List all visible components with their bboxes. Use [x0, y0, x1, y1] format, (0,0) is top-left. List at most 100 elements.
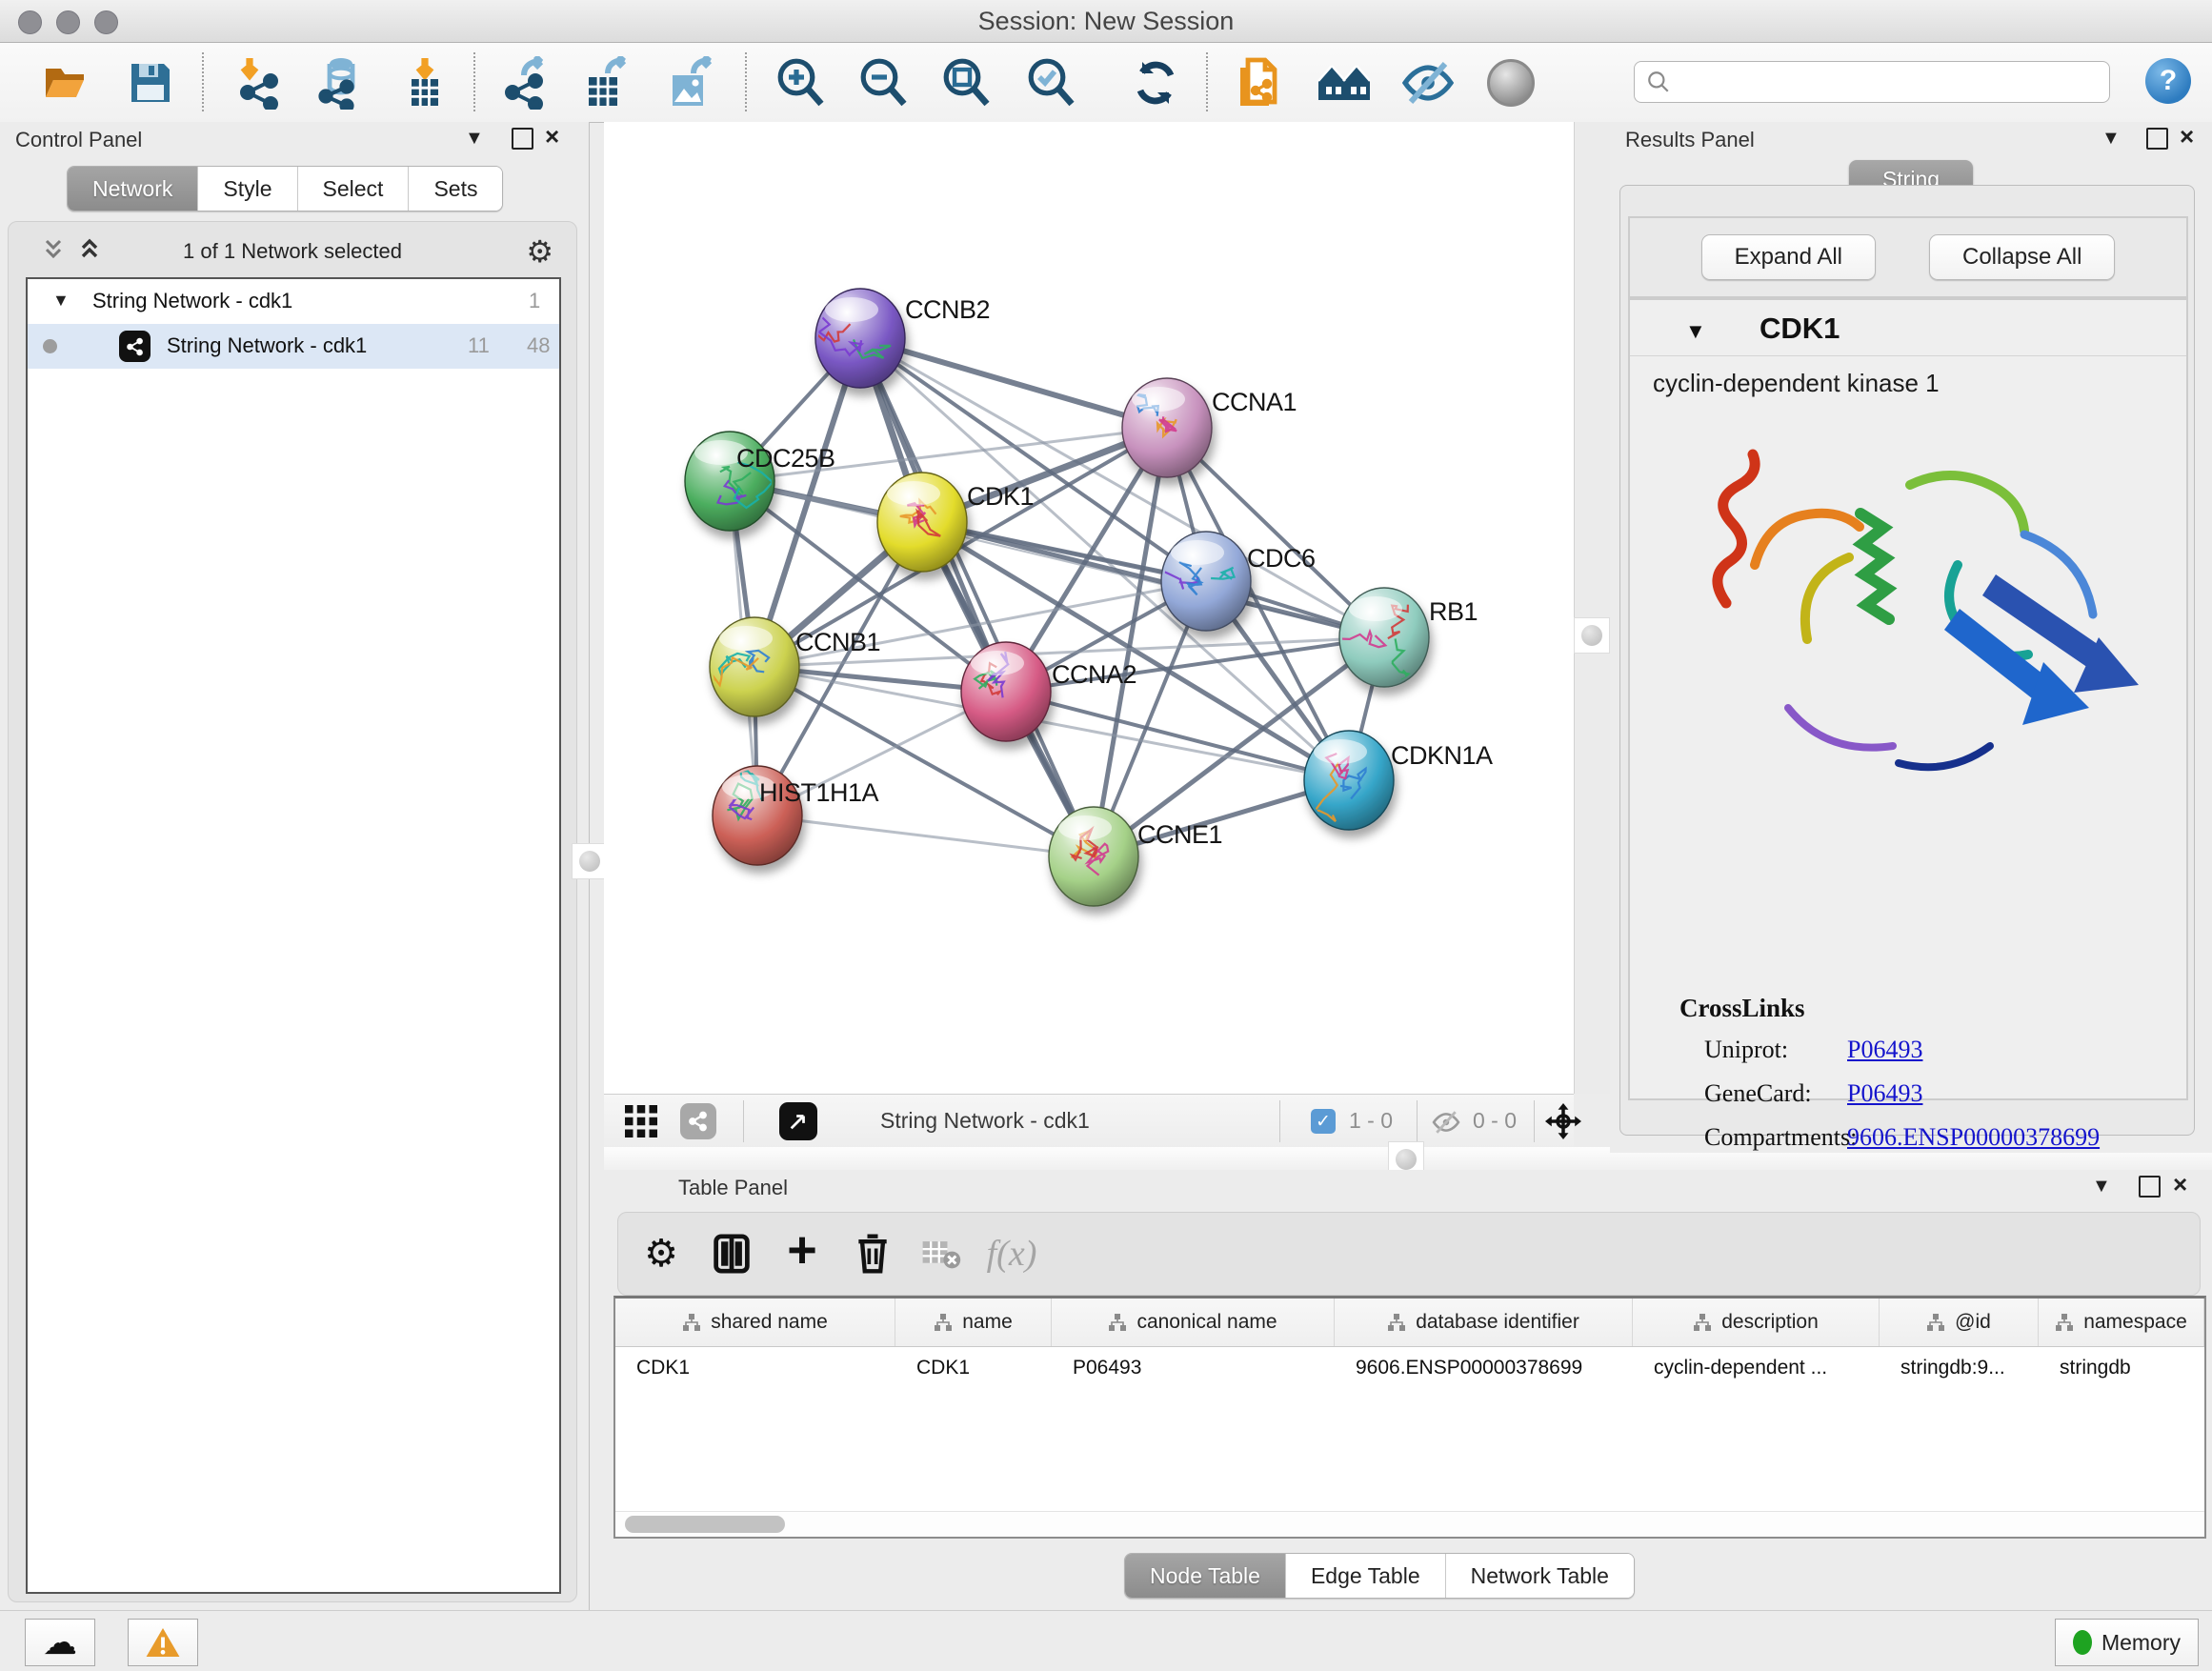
import-network-file-button[interactable]	[231, 56, 288, 110]
selected-checkbox-icon[interactable]: ✓	[1311, 1109, 1336, 1134]
crosslink-link[interactable]: P06493	[1847, 1079, 1922, 1108]
panel-float-icon[interactable]	[2146, 128, 2168, 155]
network-collection-row[interactable]: ▼ String Network - cdk1 1	[28, 279, 559, 324]
table-cell[interactable]: stringdb	[2039, 1347, 2204, 1389]
function-builder-button[interactable]: f(x)	[986, 1228, 1037, 1279]
node-label: RB1	[1429, 597, 1478, 626]
table-cell[interactable]: P06493	[1052, 1347, 1335, 1389]
hide-results-button[interactable]	[1399, 56, 1457, 110]
tab-edge-table[interactable]: Edge Table	[1285, 1554, 1445, 1598]
expand-all-button[interactable]: Expand All	[1701, 234, 1876, 280]
table-row[interactable]: CDK1CDK1P064939606.ENSP00000378699cyclin…	[615, 1347, 2204, 1389]
zoom-in-button[interactable]	[772, 56, 829, 110]
open-session-button[interactable]	[38, 56, 95, 110]
table-cell[interactable]: CDK1	[895, 1347, 1052, 1389]
refresh-layout-button[interactable]	[1127, 56, 1184, 110]
network-edge[interactable]	[860, 338, 1167, 428]
column-header[interactable]: database identifier	[1335, 1299, 1633, 1346]
memory-button[interactable]: Memory	[2055, 1619, 2199, 1666]
network-node-CDK1[interactable]: CDK1	[877, 473, 1034, 572]
network-node-CCNA2[interactable]: CCNA2	[961, 642, 1136, 741]
panel-menu-icon[interactable]: ▼	[2092, 1176, 2111, 1198]
fit-content-button[interactable]	[1539, 1098, 1587, 1144]
search-input[interactable]	[1671, 69, 2084, 95]
tab-select[interactable]: Select	[297, 167, 409, 211]
birdseye-view-button[interactable]	[617, 1098, 665, 1144]
string-home-button[interactable]	[1316, 56, 1373, 110]
export-table-button[interactable]	[577, 56, 634, 110]
tab-node-table[interactable]: Node Table	[1125, 1554, 1285, 1598]
network-node-CDKN1A[interactable]: CDKN1A	[1304, 731, 1493, 830]
export-network-button[interactable]	[497, 56, 554, 110]
panel-float-icon[interactable]	[2139, 1176, 2161, 1203]
network-row[interactable]: String Network - cdk1 11 48	[28, 324, 559, 369]
panel-close-icon[interactable]: ×	[2180, 128, 2194, 146]
eye-icon	[1487, 59, 1535, 107]
tab-network[interactable]: Network	[68, 167, 197, 211]
delete-column-button[interactable]	[847, 1228, 898, 1279]
network-node-RB1[interactable]: RB1	[1334, 588, 1478, 687]
gear-icon[interactable]: ⚙	[526, 233, 553, 270]
collapse-all-button[interactable]: Collapse All	[1929, 234, 2115, 280]
panel-menu-icon[interactable]: ▼	[465, 128, 484, 150]
splitter-handle[interactable]	[572, 843, 608, 879]
panel-close-icon[interactable]: ×	[2173, 1176, 2187, 1194]
import-table-button[interactable]	[396, 56, 453, 110]
scrollbar-thumb[interactable]	[625, 1516, 785, 1533]
column-header-label: namespace	[2083, 1311, 2187, 1334]
gene-header-row[interactable]: ▼ CDK1	[1630, 300, 2186, 356]
string-view-button[interactable]	[674, 1098, 722, 1144]
network-edge[interactable]	[757, 815, 1094, 856]
open-in-new-window-button[interactable]	[772, 1098, 825, 1144]
table-cell[interactable]: 9606.ENSP00000378699	[1335, 1347, 1633, 1389]
table-settings-button[interactable]: ⚙	[635, 1228, 687, 1279]
disclosure-triangle-icon[interactable]: ▼	[52, 291, 70, 311]
tab-sets[interactable]: Sets	[408, 167, 502, 211]
column-header[interactable]: shared name	[615, 1299, 895, 1346]
panel-float-icon[interactable]	[512, 128, 533, 155]
edge-count: 48	[527, 333, 550, 358]
table-cell[interactable]: stringdb:9...	[1880, 1347, 2039, 1389]
table-h-scrollbar[interactable]	[615, 1511, 2204, 1537]
save-session-button[interactable]	[122, 56, 179, 110]
crosslink-link[interactable]: 9606.ENSP00000378699	[1847, 1123, 2100, 1152]
table-cell[interactable]: CDK1	[615, 1347, 895, 1389]
zoom-selected-button[interactable]	[1022, 56, 1079, 110]
tab-style[interactable]: Style	[197, 167, 296, 211]
table-cell[interactable]: cyclin-dependent ...	[1633, 1347, 1880, 1389]
show-overview-button[interactable]	[1482, 56, 1539, 110]
column-header[interactable]: @id	[1880, 1299, 2039, 1346]
cytoscape-window: Session: New Session	[0, 0, 2212, 1671]
node-count: 11	[468, 333, 490, 358]
export-image-button[interactable]	[661, 56, 718, 110]
import-network-database-button[interactable]	[311, 56, 368, 110]
network-edge[interactable]	[860, 338, 1094, 856]
warnings-button[interactable]	[128, 1619, 198, 1666]
panel-menu-icon[interactable]: ▼	[2101, 128, 2121, 150]
column-header[interactable]: canonical name	[1052, 1299, 1335, 1346]
zoom-fit-button[interactable]	[937, 56, 995, 110]
zoom-out-button[interactable]	[855, 56, 912, 110]
column-header[interactable]: namespace	[2039, 1299, 2204, 1346]
share-document-button[interactable]	[1231, 56, 1288, 110]
clear-table-button[interactable]	[915, 1228, 967, 1279]
show-columns-button[interactable]	[706, 1228, 757, 1279]
column-header[interactable]: description	[1633, 1299, 1880, 1346]
panel-close-icon[interactable]: ×	[545, 128, 559, 146]
search-field[interactable]	[1634, 61, 2110, 103]
network-view[interactable]: CCNB2CCNA1CDC25BCDK1CDC6RB1CCNB1CCNA2CDK…	[604, 122, 1574, 1094]
column-header[interactable]: name	[895, 1299, 1052, 1346]
network-node-CCNB2[interactable]: CCNB2	[797, 289, 990, 388]
tab-network-table[interactable]: Network Table	[1445, 1554, 1634, 1598]
disclosure-triangle-icon[interactable]: ▼	[1685, 319, 1706, 344]
crosslink-link[interactable]: P06493	[1847, 1036, 1922, 1064]
network-label: String Network - cdk1	[167, 333, 367, 358]
network-node-HIST1H1A[interactable]: HIST1H1A	[713, 766, 879, 865]
splitter-handle[interactable]	[1574, 617, 1610, 654]
network-node-CCNA1[interactable]: CCNA1	[1122, 378, 1297, 477]
create-column-button[interactable]: +	[776, 1228, 828, 1279]
cloud-button[interactable]: ☁	[25, 1619, 95, 1666]
network-edge[interactable]	[922, 522, 1384, 637]
network-node-CCNE1[interactable]: CCNE1	[1049, 807, 1222, 906]
help-button[interactable]: ?	[2145, 58, 2191, 104]
